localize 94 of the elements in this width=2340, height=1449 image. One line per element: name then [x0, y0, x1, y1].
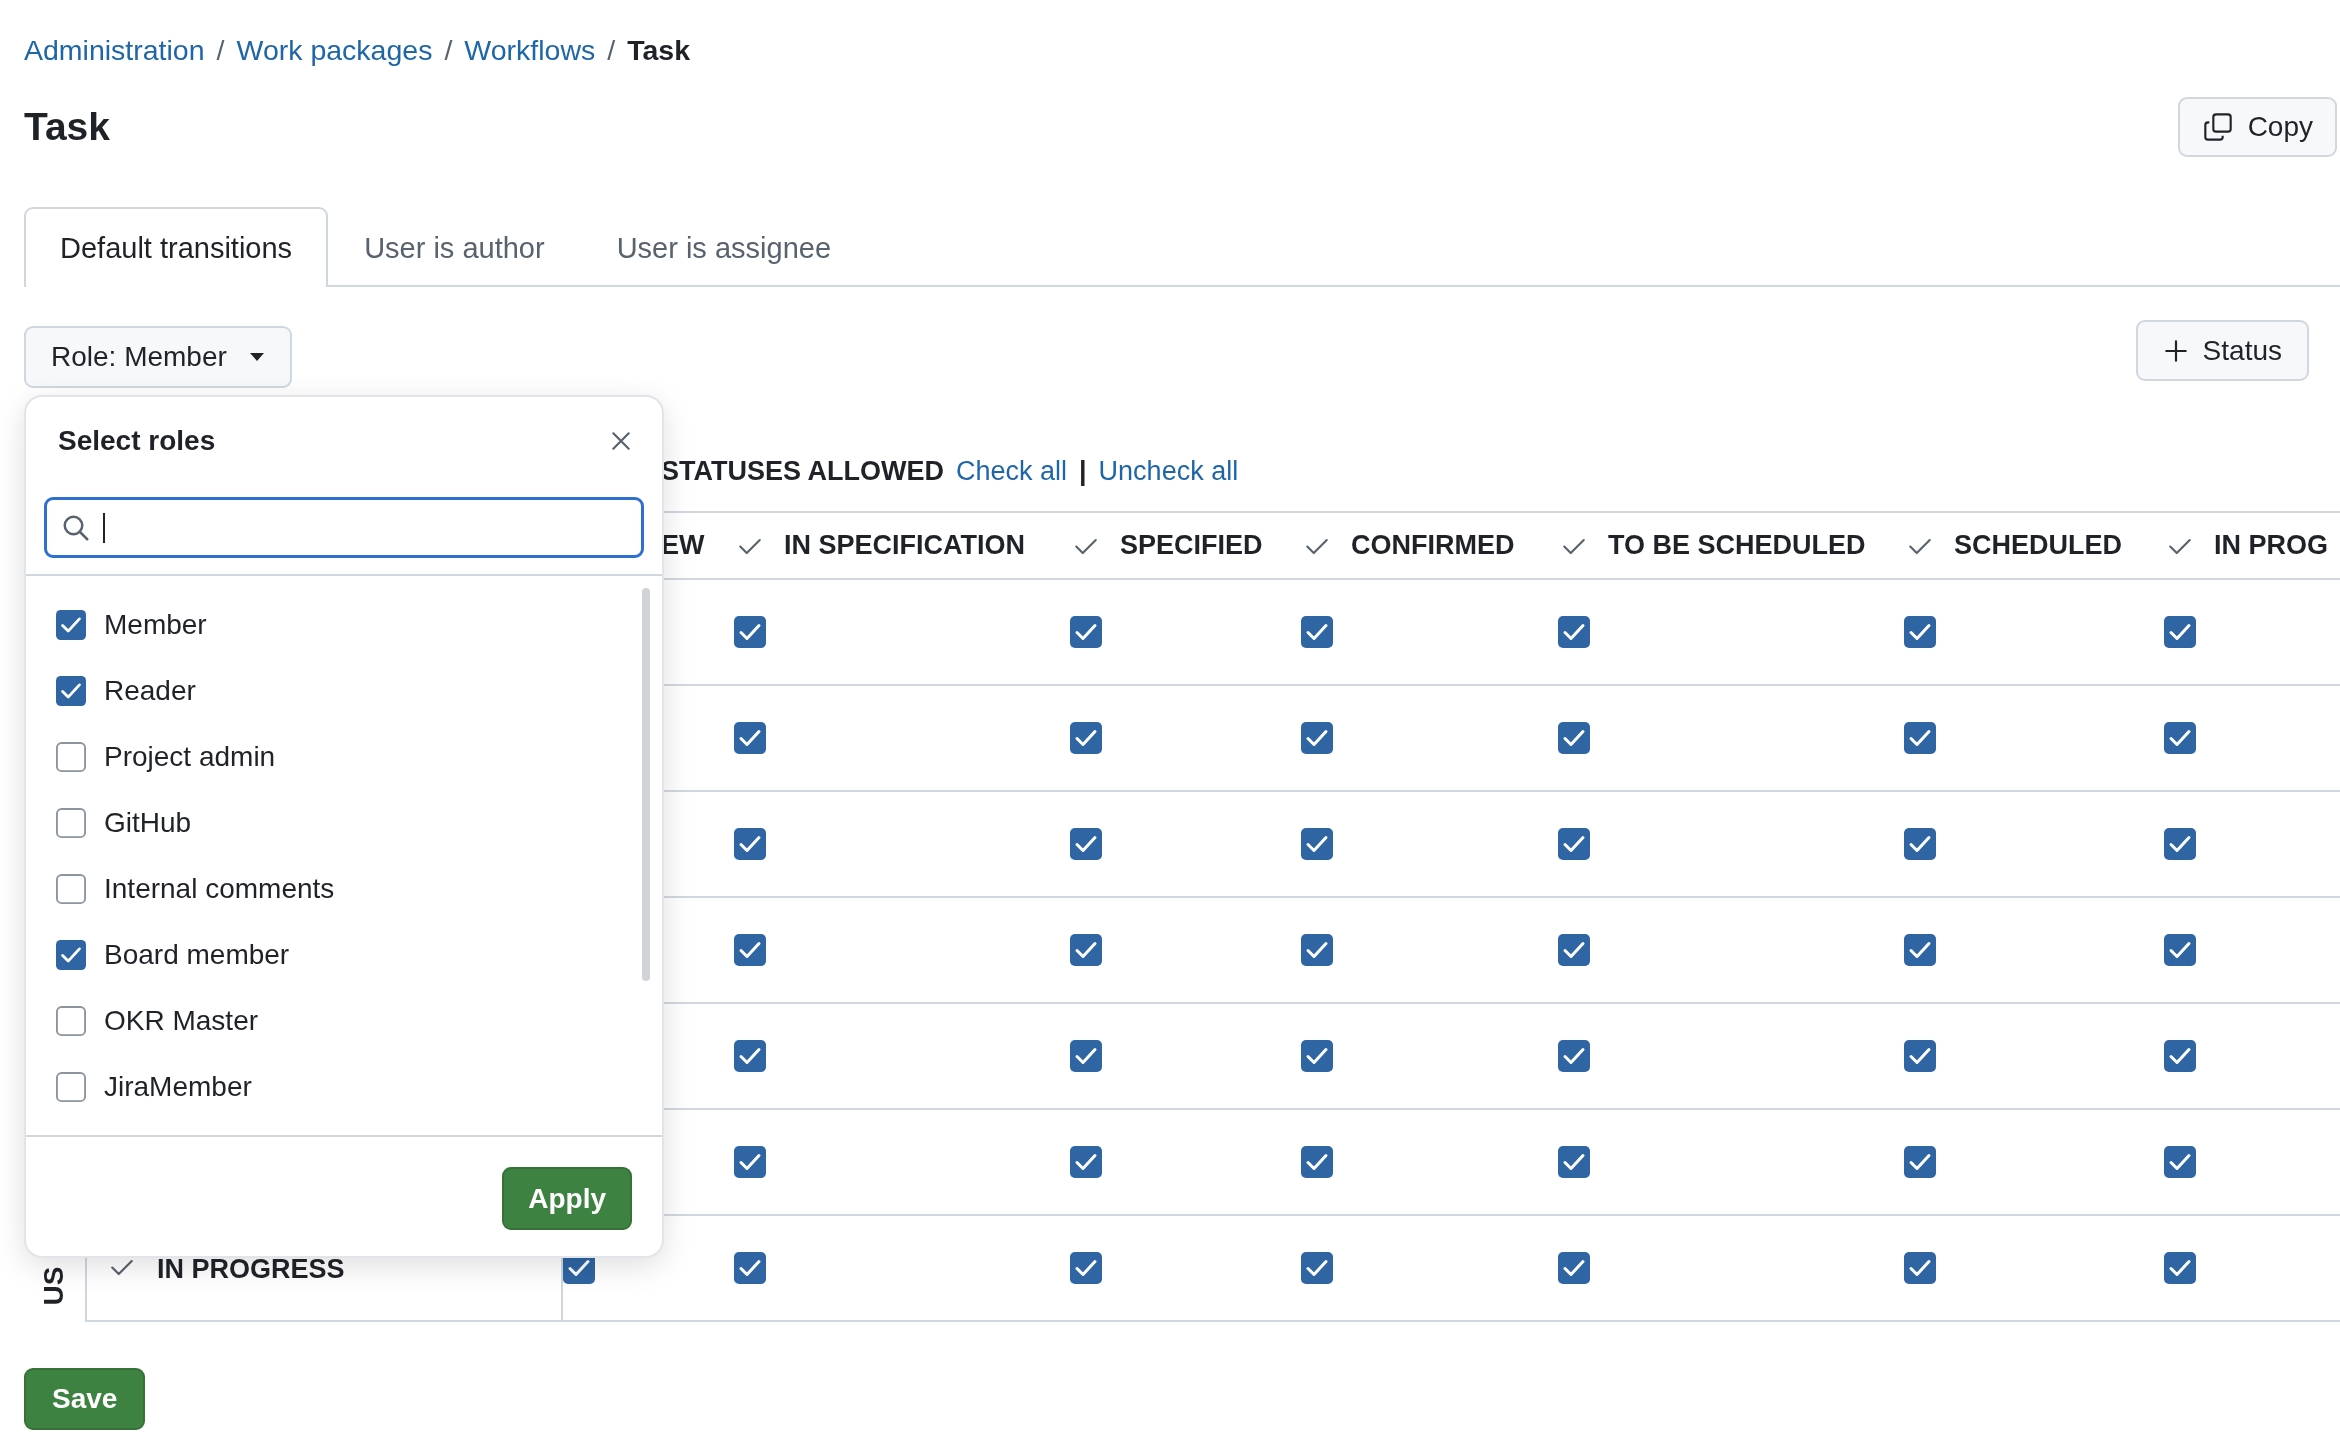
breadcrumb-current: Task: [627, 33, 691, 67]
checkbox[interactable]: [734, 828, 766, 860]
checkbox[interactable]: [1070, 1146, 1102, 1178]
role-label[interactable]: OKR Master: [104, 1005, 259, 1037]
column-header: TO BE SCHEDULED: [1608, 530, 1866, 561]
add-status-button[interactable]: Status: [2135, 320, 2309, 381]
checkbox[interactable]: [1558, 934, 1590, 966]
column-header: CONFIRMED: [1351, 530, 1515, 561]
uncheck-all-link[interactable]: Uncheck all: [1098, 456, 1239, 487]
tab[interactable]: User is author: [328, 207, 581, 287]
checkbox[interactable]: [1904, 1040, 1936, 1072]
checkbox[interactable]: [2164, 722, 2196, 754]
checkbox[interactable]: [1070, 1040, 1102, 1072]
checkbox[interactable]: [1070, 934, 1102, 966]
checkbox[interactable]: [1558, 616, 1590, 648]
checkbox[interactable]: [1301, 934, 1333, 966]
close-icon[interactable]: [610, 430, 632, 452]
checkbox[interactable]: [734, 1252, 766, 1284]
caret-icon: [248, 352, 265, 362]
checkbox[interactable]: [56, 874, 86, 904]
checkbox[interactable]: [2164, 1252, 2196, 1284]
checkbox[interactable]: [2164, 828, 2196, 860]
checkbox[interactable]: [1904, 934, 1936, 966]
checkbox[interactable]: [1070, 1252, 1102, 1284]
breadcrumb-separator: /: [607, 33, 616, 67]
checkbox[interactable]: [2164, 934, 2196, 966]
checkbox[interactable]: [734, 722, 766, 754]
checkbox[interactable]: [56, 1072, 86, 1102]
role-label[interactable]: JiraMember: [104, 1071, 252, 1103]
checkbox[interactable]: [56, 940, 86, 970]
plus-icon: [2162, 337, 2189, 364]
role-label[interactable]: Reader: [104, 675, 196, 707]
checkbox[interactable]: [1070, 722, 1102, 754]
page-title: Task: [24, 105, 110, 149]
checkbox[interactable]: [1558, 1040, 1590, 1072]
checkbox[interactable]: [1904, 1146, 1936, 1178]
section-heading: STATUSES ALLOWED: [661, 456, 944, 487]
checkbox[interactable]: [1301, 828, 1333, 860]
checkbox[interactable]: [56, 808, 86, 838]
popup-title: Select roles: [58, 425, 216, 457]
role-label[interactable]: Project admin: [104, 741, 276, 773]
checkbox[interactable]: [1904, 616, 1936, 648]
save-button[interactable]: Save: [24, 1368, 146, 1430]
copy-icon: [2201, 111, 2234, 143]
checkbox[interactable]: [1070, 828, 1102, 860]
checkbox[interactable]: [734, 616, 766, 648]
checkbox[interactable]: [1558, 1146, 1590, 1178]
separator: |: [1079, 456, 1087, 487]
checkbox[interactable]: [1301, 1252, 1333, 1284]
checkbox[interactable]: [1558, 1252, 1590, 1284]
checkbox[interactable]: [56, 676, 86, 706]
checkbox[interactable]: [1301, 616, 1333, 648]
copy-button[interactable]: Copy: [2177, 97, 2337, 157]
checkbox[interactable]: [1301, 1040, 1333, 1072]
role-label[interactable]: GitHub: [104, 807, 192, 839]
checkbox[interactable]: [2164, 1040, 2196, 1072]
checkbox[interactable]: [2164, 616, 2196, 648]
column-header: EW: [661, 530, 705, 561]
checkbox[interactable]: [1301, 722, 1333, 754]
column-header: SPECIFIED: [1120, 530, 1263, 561]
checkbox[interactable]: [734, 1146, 766, 1178]
checkbox[interactable]: [1904, 828, 1936, 860]
breadcrumb-link[interactable]: Work packages: [236, 33, 433, 67]
column-header: IN PROG: [2214, 530, 2328, 561]
row-header: IN PROGRESS: [157, 1254, 345, 1285]
checkbox[interactable]: [56, 610, 86, 640]
column-header: IN SPECIFICATION: [784, 530, 1025, 561]
role-dropdown[interactable]: Role: Member: [24, 326, 292, 388]
column-header: SCHEDULED: [1954, 530, 2122, 561]
checkbox[interactable]: [734, 934, 766, 966]
checkbox[interactable]: [1904, 722, 1936, 754]
check-all-link[interactable]: Check all: [956, 456, 1068, 487]
role-label[interactable]: Member: [104, 609, 207, 641]
tab[interactable]: Default transitions: [24, 207, 329, 287]
checkbox[interactable]: [2164, 1146, 2196, 1178]
checkbox[interactable]: [1558, 828, 1590, 860]
breadcrumb-link[interactable]: Workflows: [464, 33, 596, 67]
breadcrumb-link[interactable]: Administration: [24, 33, 205, 67]
tab[interactable]: User is assignee: [580, 207, 867, 287]
checkbox[interactable]: [734, 1040, 766, 1072]
checkbox[interactable]: [1558, 722, 1590, 754]
breadcrumb-separator: /: [216, 33, 225, 67]
vertical-label: US: [38, 1266, 71, 1306]
checkbox[interactable]: [1301, 1146, 1333, 1178]
scrollbar[interactable]: [642, 588, 650, 981]
role-label[interactable]: Board member: [104, 939, 290, 971]
checkbox[interactable]: [56, 1006, 86, 1036]
checkbox[interactable]: [56, 742, 86, 772]
breadcrumb-separator: /: [444, 33, 453, 67]
role-label[interactable]: Internal comments: [104, 873, 335, 905]
search-field[interactable]: [44, 497, 644, 558]
checkbox[interactable]: [1070, 616, 1102, 648]
checkbox[interactable]: [1904, 1252, 1936, 1284]
apply-button[interactable]: Apply: [502, 1167, 632, 1230]
